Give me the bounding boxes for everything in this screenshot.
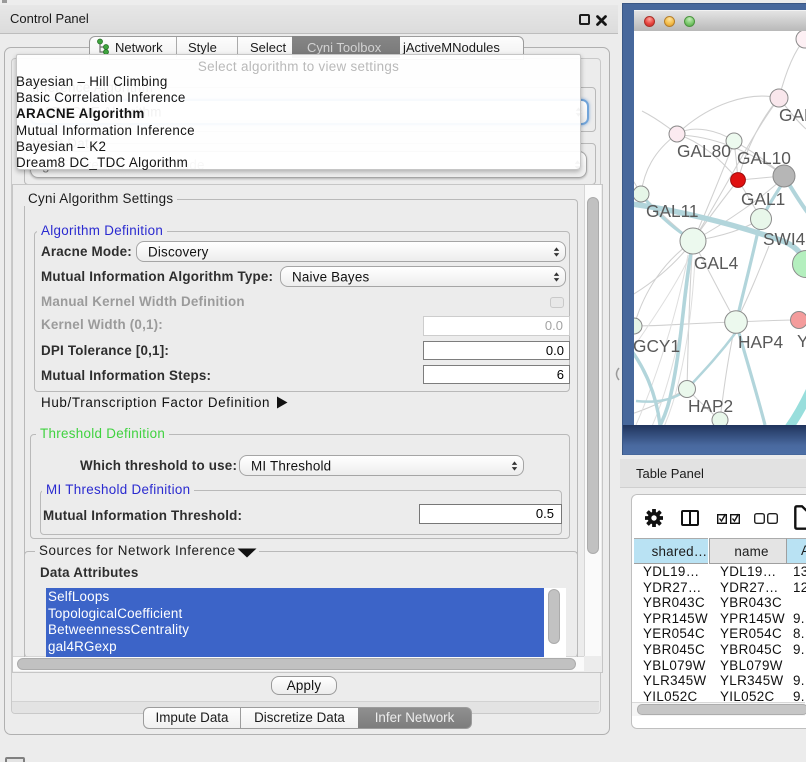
svg-text:GAL10: GAL10 — [737, 148, 791, 168]
svg-text:HAP2: HAP2 — [688, 396, 733, 416]
svg-text:YJL12: YJL12 — [797, 331, 806, 351]
svg-text:GAL11: GAL11 — [646, 201, 699, 221]
svg-text:GAL1: GAL1 — [741, 189, 785, 209]
svg-text:GAL80: GAL80 — [677, 141, 731, 161]
svg-text:HAP4: HAP4 — [738, 332, 784, 352]
svg-text:SWI4: SWI4 — [763, 229, 806, 249]
svg-text:GCY1: GCY1 — [634, 336, 680, 356]
svg-text:GAL4: GAL4 — [694, 253, 739, 273]
svg-text:GAL2: GAL2 — [779, 105, 806, 125]
